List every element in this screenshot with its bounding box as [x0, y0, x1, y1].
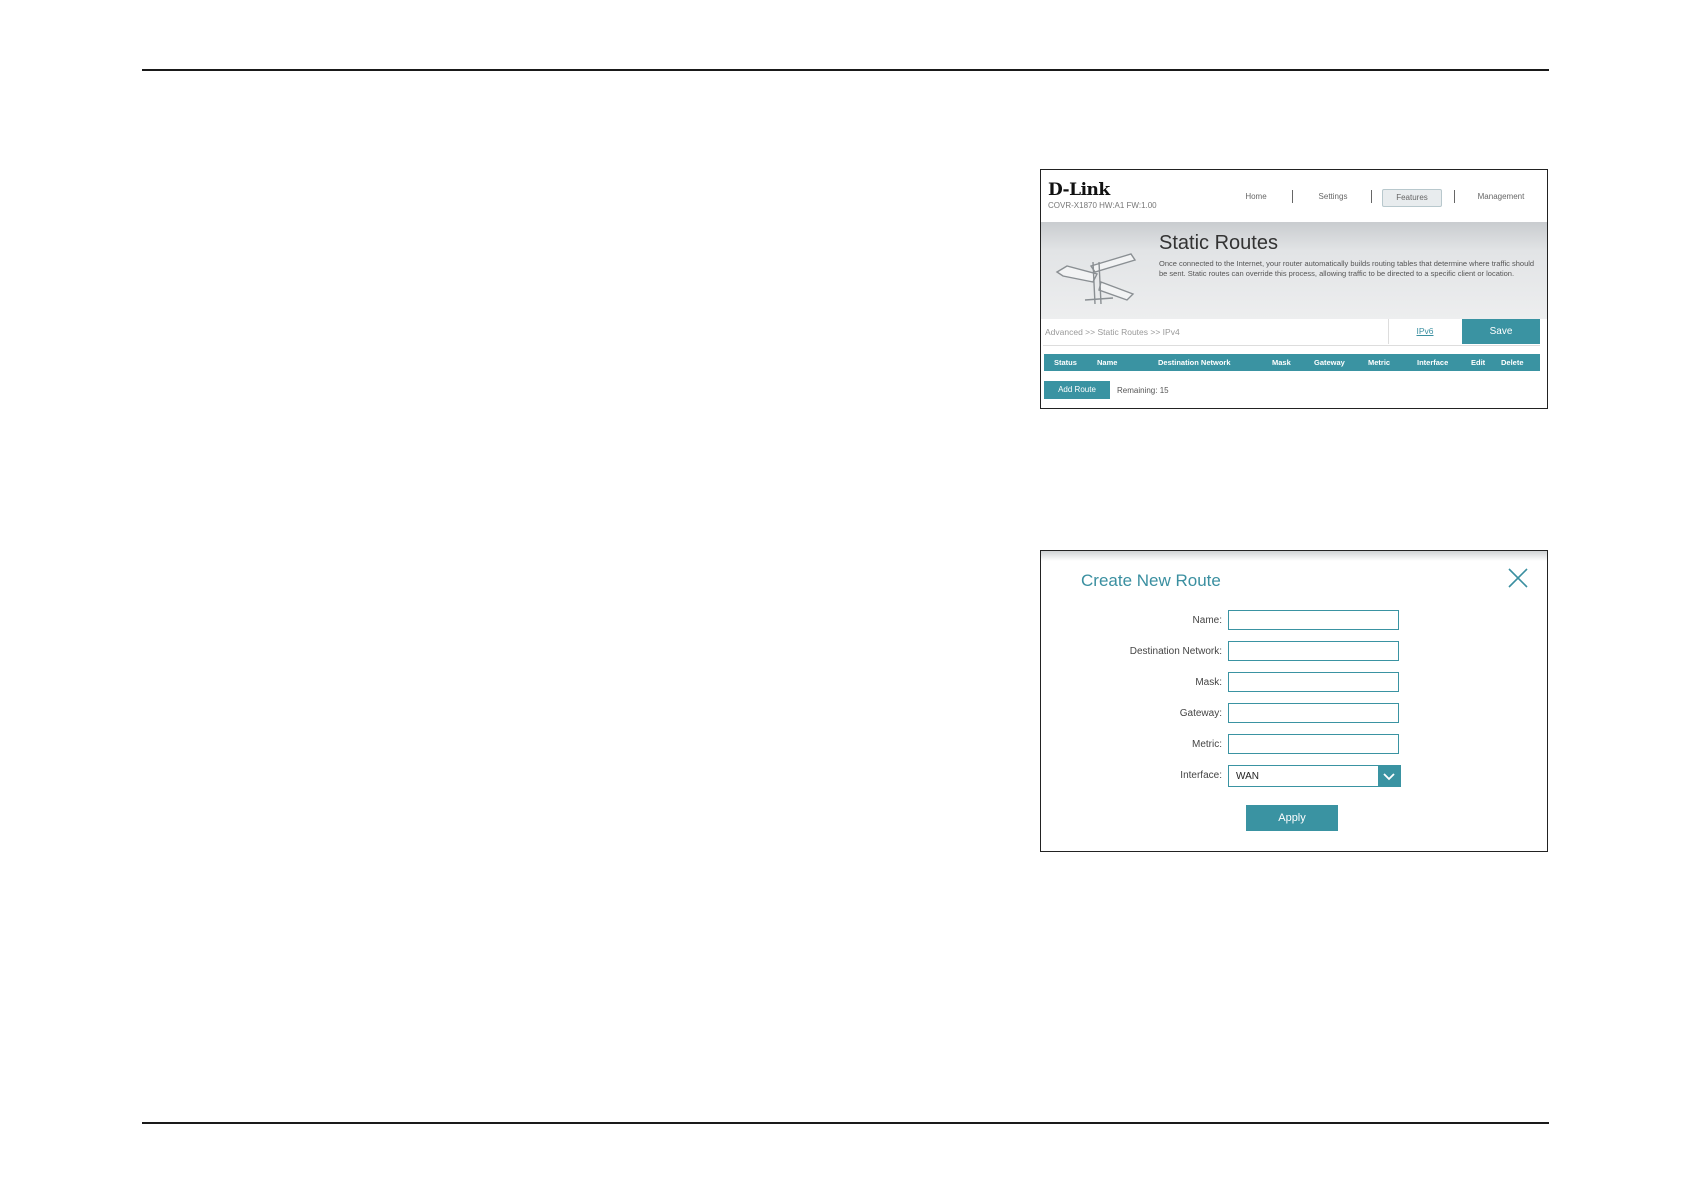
nav-separator: [1454, 190, 1455, 203]
name-label: Name:: [1192, 615, 1222, 626]
column-header-mask: Mask: [1272, 358, 1291, 367]
column-header-destination: Destination Network: [1158, 358, 1231, 367]
metric-input[interactable]: [1228, 734, 1399, 754]
mask-label: Mask:: [1195, 677, 1222, 688]
apply-button[interactable]: Apply: [1246, 805, 1338, 831]
ipv6-link[interactable]: IPv6: [1388, 319, 1461, 344]
add-route-button[interactable]: Add Route: [1044, 381, 1110, 399]
router-header: D-Link COVR-X1870 HW:A1 FW:1.00 Home Set…: [1041, 170, 1547, 222]
gateway-input[interactable]: [1228, 703, 1399, 723]
page-description: Once connected to the Internet, your rou…: [1159, 259, 1535, 278]
page-bottom-rule: [142, 1122, 1549, 1124]
breadcrumb: Advanced >> Static Routes >> IPv4: [1045, 327, 1180, 337]
nav-settings[interactable]: Settings: [1303, 189, 1363, 205]
destination-network-label: Destination Network:: [1129, 646, 1222, 657]
destination-row: Destination Network:: [1041, 641, 1547, 663]
name-input[interactable]: [1228, 610, 1399, 630]
nav-home[interactable]: Home: [1231, 189, 1281, 205]
interface-row: Interface: WAN: [1041, 765, 1547, 787]
page-top-rule: [142, 69, 1549, 71]
page-banner: Static Routes Once connected to the Inte…: [1041, 222, 1547, 319]
mask-row: Mask:: [1041, 672, 1547, 694]
column-header-gateway: Gateway: [1314, 358, 1345, 367]
dialog-top-shade: [1041, 551, 1547, 561]
static-routes-screenshot: D-Link COVR-X1870 HW:A1 FW:1.00 Home Set…: [1040, 169, 1548, 409]
interface-select[interactable]: WAN: [1228, 765, 1401, 787]
name-row: Name:: [1041, 610, 1547, 632]
gateway-row: Gateway:: [1041, 703, 1547, 725]
column-header-status: Status: [1054, 358, 1077, 367]
create-route-screenshot: Create New Route Name: Destination Netwo…: [1040, 550, 1548, 852]
column-header-edit: Edit: [1471, 358, 1486, 367]
nav-separator: [1292, 190, 1293, 203]
gateway-label: Gateway:: [1179, 708, 1222, 719]
column-header-metric: Metric: [1368, 358, 1391, 367]
metric-label: Metric:: [1192, 739, 1222, 750]
dialog-title: Create New Route: [1081, 571, 1221, 590]
chevron-down-icon: [1383, 773, 1395, 781]
column-header-name: Name: [1097, 358, 1118, 367]
main-nav: Home Settings Features Management: [1041, 189, 1547, 209]
routes-table-header: Status Name Destination Network Mask Gat…: [1044, 354, 1540, 371]
remaining-count: Remaining: 15: [1117, 386, 1169, 395]
mask-input[interactable]: [1228, 672, 1399, 692]
signpost-icon: [1055, 253, 1137, 305]
nav-separator: [1371, 190, 1372, 203]
close-icon[interactable]: [1506, 566, 1530, 590]
save-button[interactable]: Save: [1462, 319, 1540, 344]
interface-label: Interface:: [1180, 770, 1222, 781]
column-header-delete: Delete: [1501, 358, 1524, 367]
breadcrumb-bar: Advanced >> Static Routes >> IPv4 IPv6 S…: [1043, 319, 1540, 346]
metric-row: Metric:: [1041, 734, 1547, 756]
nav-management[interactable]: Management: [1463, 189, 1539, 205]
interface-selected-value: WAN: [1236, 771, 1259, 782]
column-header-interface: Interface: [1417, 358, 1449, 367]
destination-network-input[interactable]: [1228, 641, 1399, 661]
page-title: Static Routes: [1159, 232, 1278, 254]
nav-features[interactable]: Features: [1382, 189, 1442, 207]
dropdown-toggle[interactable]: [1378, 766, 1400, 786]
